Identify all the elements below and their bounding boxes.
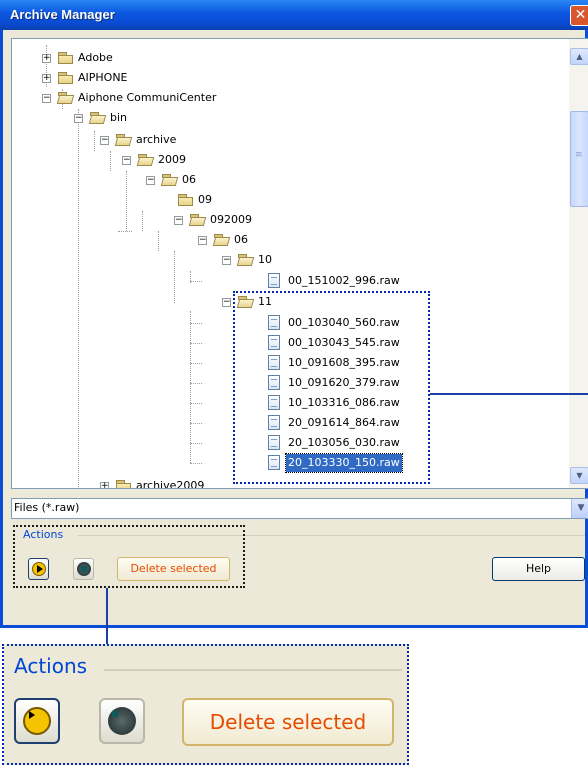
scroll-grip-icon: ≡: [575, 150, 583, 160]
tree-node-label[interactable]: 06: [232, 231, 250, 249]
tree-node-label[interactable]: 09: [196, 191, 214, 209]
zoom-callout-outline: [2, 644, 409, 765]
folder-icon: [178, 194, 194, 206]
files-callout-connector: [430, 393, 588, 395]
open-folder-icon: [190, 214, 206, 226]
tree-node-092009[interactable]: − 092009: [12, 211, 562, 229]
collapse-icon[interactable]: −: [174, 216, 183, 225]
open-folder-icon: [116, 134, 132, 146]
file-filter-value: Files (*.raw): [14, 501, 80, 514]
scroll-up-button[interactable]: ▲: [570, 48, 588, 65]
close-button[interactable]: ✕: [570, 5, 588, 26]
scroll-thumb[interactable]: ≡: [570, 111, 588, 207]
open-folder-icon: [58, 92, 74, 104]
tree-node-label[interactable]: 092009: [208, 211, 254, 229]
open-folder-icon: [162, 174, 178, 186]
collapse-icon[interactable]: −: [122, 156, 131, 165]
open-folder-icon: [138, 154, 154, 166]
file-filter-select[interactable]: Files (*.raw) ▼: [11, 498, 588, 519]
tree-node-2009[interactable]: − 2009: [12, 151, 562, 169]
tree-node-adobe[interactable]: + Adobe: [12, 49, 562, 67]
tree-node-label[interactable]: bin: [108, 109, 129, 127]
folder-icon: [58, 52, 74, 64]
tree-node-06[interactable]: − 06: [12, 171, 562, 189]
tree-node-aiphone-communicenter[interactable]: − Aiphone CommuniCenter: [12, 89, 562, 107]
tree-node-09[interactable]: 09: [12, 191, 562, 209]
tree-node-10[interactable]: − 10: [12, 251, 562, 269]
chevron-down-icon[interactable]: ▼: [571, 499, 588, 518]
tree-node-archive[interactable]: − archive: [12, 131, 562, 149]
tree-node-label[interactable]: Adobe: [76, 49, 115, 67]
vertical-scrollbar[interactable]: ▲ ≡ ▼: [569, 39, 588, 488]
help-button[interactable]: Help: [492, 557, 585, 581]
collapse-icon[interactable]: −: [74, 114, 83, 123]
expand-icon[interactable]: +: [42, 74, 51, 83]
open-folder-icon: [238, 254, 254, 266]
tree-node-06-sub[interactable]: − 06: [12, 231, 562, 249]
file-icon: [268, 273, 280, 288]
tree-node-label[interactable]: archive2009: [134, 477, 206, 488]
collapse-icon[interactable]: −: [42, 94, 51, 103]
expand-icon[interactable]: +: [100, 482, 109, 488]
actions-callout-outline: [13, 525, 245, 588]
tree-node-label[interactable]: 2009: [156, 151, 188, 169]
tree-node-bin[interactable]: − bin: [12, 109, 562, 127]
tree-node-label[interactable]: 06: [180, 171, 198, 189]
collapse-icon[interactable]: −: [222, 298, 231, 307]
actions-callout-connector: [106, 588, 108, 644]
folder-icon: [116, 480, 132, 488]
expand-icon[interactable]: +: [42, 54, 51, 63]
collapse-icon[interactable]: −: [222, 256, 231, 265]
tree-node-label[interactable]: Aiphone CommuniCenter: [76, 89, 218, 107]
folder-icon: [58, 72, 74, 84]
tree-node-label[interactable]: AIPHONE: [76, 69, 130, 87]
tree-node-label[interactable]: archive: [134, 131, 178, 149]
tree-file[interactable]: 00_151002_996.raw: [12, 272, 562, 290]
collapse-icon[interactable]: −: [100, 136, 109, 145]
scroll-down-button[interactable]: ▼: [570, 467, 588, 484]
window-title: Archive Manager: [10, 7, 115, 22]
open-folder-icon: [214, 234, 230, 246]
open-folder-icon: [90, 112, 106, 124]
collapse-icon[interactable]: −: [146, 176, 155, 185]
tree-node-label[interactable]: 10: [256, 251, 274, 269]
collapse-icon[interactable]: −: [198, 236, 207, 245]
title-bar[interactable]: Archive Manager ✕: [0, 0, 588, 30]
tree-node-aiphone[interactable]: + AIPHONE: [12, 69, 562, 87]
file-label[interactable]: 00_151002_996.raw: [286, 272, 402, 290]
files-callout-outline: [233, 291, 430, 484]
